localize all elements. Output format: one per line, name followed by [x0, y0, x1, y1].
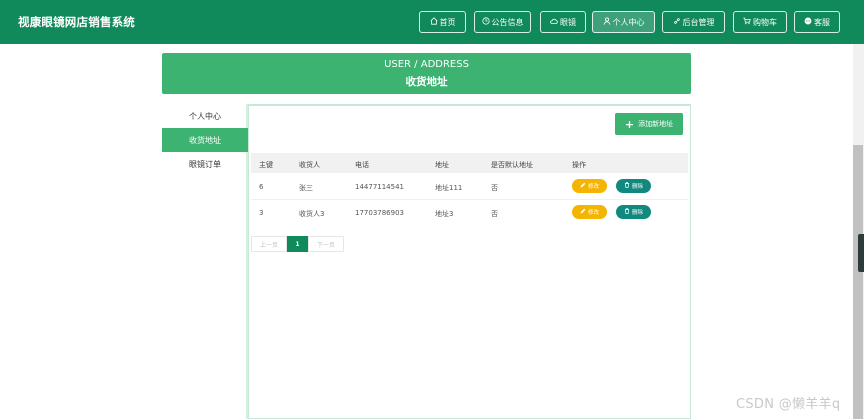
cell-address: 地址111 [435, 184, 463, 192]
chat-icon [804, 17, 812, 27]
side-item-address[interactable]: 收货地址 [162, 128, 248, 152]
cell-id: 3 [259, 209, 264, 217]
nav-service-button[interactable]: 客服 [794, 11, 840, 33]
column-header: 主键 [259, 161, 273, 169]
address-panel [248, 104, 691, 419]
cloud-icon [550, 17, 558, 27]
nav-service-label: 客服 [814, 17, 830, 27]
column-header: 是否默认地址 [491, 161, 533, 169]
pencil-icon [580, 182, 586, 190]
delete-label: 删除 [631, 184, 643, 190]
side-item-label: 眼镜订单 [189, 159, 221, 169]
nav-notice-label: 公告信息 [491, 17, 524, 27]
next-label: 下一页 [316, 241, 335, 249]
nav-home-label: 首页 [439, 17, 456, 27]
cell-phone: 17703786903 [355, 209, 404, 217]
pagination-next-button[interactable]: 下一页 [308, 236, 344, 252]
edit-label: 修改 [587, 210, 599, 216]
nav-glasses-label: 眼镜 [560, 17, 576, 27]
banner-title-en: USER / ADDRESS [384, 59, 469, 70]
edit-button[interactable]: 修改 [572, 179, 607, 193]
row-divider [251, 199, 688, 200]
cell-default: 否 [491, 184, 498, 192]
nav-cart-label: 购物车 [753, 17, 777, 27]
trash-icon [624, 182, 630, 190]
clock-icon [481, 17, 490, 27]
page-banner: USER / ADDRESS 收货地址 [162, 53, 691, 94]
cell-id: 6 [259, 183, 264, 191]
page-number: 1 [295, 240, 300, 248]
nav-glasses-button[interactable]: 眼镜 [540, 11, 586, 33]
nav-admin-button[interactable]: 后台管理 [662, 11, 725, 33]
pagination-prev-button[interactable]: 上一页 [251, 236, 287, 252]
pencil-icon [580, 208, 586, 216]
link-icon [673, 17, 681, 27]
floating-side-tab[interactable] [858, 234, 864, 272]
trash-icon [624, 208, 630, 216]
nav-home-button[interactable]: 首页 [419, 11, 466, 33]
side-menu: 个人中心 收货地址 眼镜订单 [162, 104, 248, 419]
edit-button[interactable]: 修改 [572, 205, 607, 219]
edit-label: 修改 [587, 184, 599, 190]
column-header: 操作 [572, 161, 586, 169]
watermark: CSDN @懒羊羊q [736, 397, 841, 412]
cell-name: 收货人3 [299, 210, 325, 218]
plus-icon: + [624, 117, 635, 131]
cell-address: 地址3 [435, 210, 454, 218]
delete-button[interactable]: 删除 [616, 205, 651, 219]
add-address-label: 添加新地址 [638, 120, 674, 128]
nav-profile-label: 个人中心 [612, 17, 645, 27]
user-icon [603, 17, 611, 27]
cell-name: 张三 [299, 184, 313, 192]
nav-admin-label: 后台管理 [682, 17, 715, 27]
app-window: 视康眼镜网店销售系统 首页 公告信息 眼镜 个人中心 后台管理 购物车 客服 U… [0, 0, 864, 419]
side-item-label: 个人中心 [189, 111, 221, 121]
pagination-page-button[interactable]: 1 [287, 236, 308, 252]
side-item-orders[interactable]: 眼镜订单 [162, 152, 248, 176]
column-header: 地址 [435, 161, 449, 169]
home-icon [430, 17, 438, 27]
side-item-label: 收货地址 [189, 135, 221, 145]
nav-profile-button[interactable]: 个人中心 [592, 11, 655, 33]
cell-default: 否 [491, 210, 498, 218]
prev-label: 上一页 [259, 241, 278, 249]
site-title: 视康眼镜网店销售系统 [18, 15, 135, 29]
nav-cart-button[interactable]: 购物车 [733, 11, 787, 33]
add-address-button[interactable]: + 添加新地址 [615, 113, 683, 135]
cart-icon [743, 17, 751, 27]
delete-label: 删除 [631, 210, 643, 216]
side-item-profile[interactable]: 个人中心 [162, 104, 248, 128]
top-navbar: 视康眼镜网店销售系统 首页 公告信息 眼镜 个人中心 后台管理 购物车 客服 [0, 0, 864, 44]
banner-title-cn: 收货地址 [405, 76, 448, 88]
nav-notice-button[interactable]: 公告信息 [474, 11, 531, 33]
column-header: 收货人 [299, 161, 320, 169]
delete-button[interactable]: 删除 [616, 179, 651, 193]
column-header: 电话 [355, 161, 369, 169]
cell-phone: 14477114541 [355, 183, 404, 191]
scrollbar-thumb[interactable] [853, 145, 863, 419]
